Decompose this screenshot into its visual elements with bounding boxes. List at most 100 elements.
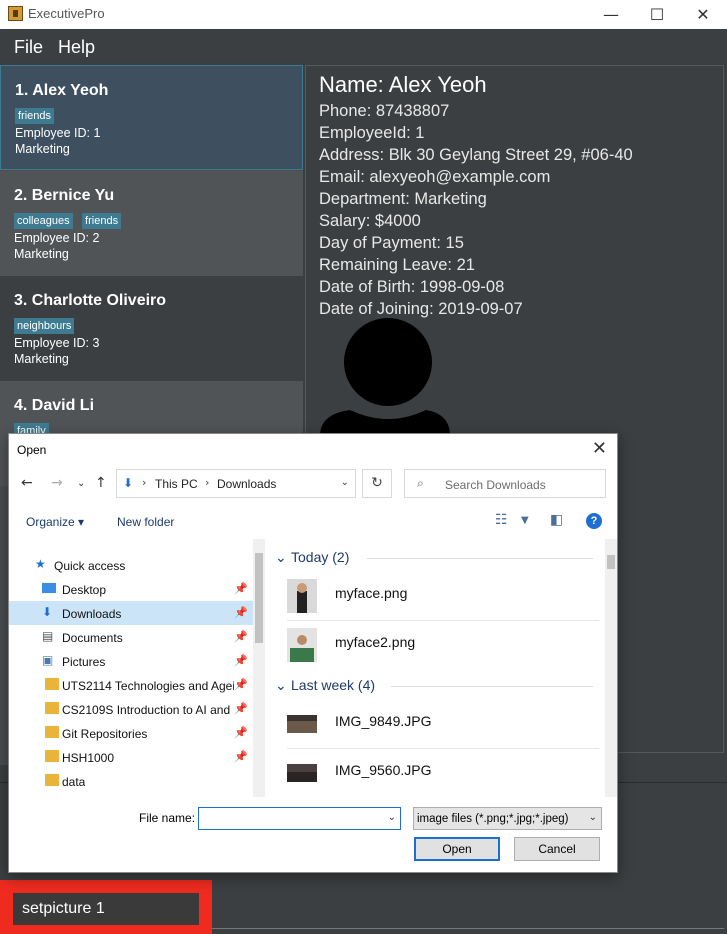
file-type-value: image files (*.png;*.jpg;*.jpeg) bbox=[417, 813, 569, 825]
file-type-select[interactable]: image files (*.png;*.jpg;*.jpeg) ⌄ bbox=[413, 807, 602, 830]
detail-employee-id: EmployeeId: 1 bbox=[319, 124, 425, 142]
detail-name: Name: Alex Yeoh bbox=[319, 72, 487, 97]
image-thumbnail-icon bbox=[287, 628, 317, 662]
nav-item-pictures[interactable]: ▣ Pictures 📌 bbox=[9, 649, 253, 673]
help-icon[interactable]: ? bbox=[586, 513, 602, 529]
nav-item-folder[interactable]: Git Repositories 📌 bbox=[9, 721, 253, 745]
desktop-icon bbox=[42, 583, 56, 593]
image-thumbnail-icon bbox=[287, 715, 317, 733]
pin-icon[interactable]: 📌 bbox=[234, 678, 248, 691]
nav-item-folder[interactable]: CS2109S Introduction to AI and N 📌 bbox=[9, 697, 253, 721]
file-item[interactable]: IMG_9849.JPG bbox=[287, 701, 597, 745]
folder-icon bbox=[45, 702, 59, 714]
pin-icon[interactable]: 📌 bbox=[234, 630, 248, 643]
command-input[interactable]: setpicture 1 bbox=[22, 900, 105, 918]
group-divider bbox=[391, 686, 593, 687]
file-divider bbox=[287, 748, 599, 749]
minimize-button[interactable]: — bbox=[588, 0, 634, 29]
preview-pane-icon[interactable]: ◧ bbox=[550, 512, 563, 528]
folder-icon bbox=[45, 678, 59, 690]
person-card[interactable]: 3. Charlotte Oliveiro neighbours Employe… bbox=[0, 276, 303, 381]
menu-help[interactable]: Help bbox=[58, 37, 95, 58]
image-thumbnail-icon bbox=[287, 764, 317, 782]
person-name: 4. David Li bbox=[14, 397, 95, 414]
open-button[interactable]: Open bbox=[414, 837, 500, 861]
address-separator-icon: › bbox=[205, 476, 210, 489]
person-department: Marketing bbox=[14, 352, 69, 366]
refresh-icon[interactable]: ↻ bbox=[362, 469, 392, 498]
person-employee-id: Employee ID: 3 bbox=[14, 336, 100, 350]
person-department: Marketing bbox=[14, 247, 69, 261]
nav-item-desktop[interactable]: Desktop 📌 bbox=[9, 577, 253, 601]
file-item[interactable]: myface2.png bbox=[287, 622, 597, 666]
folder-icon bbox=[45, 774, 59, 786]
menu-bar: File Help bbox=[0, 29, 727, 65]
pin-icon[interactable]: 📌 bbox=[234, 606, 248, 619]
download-folder-icon: ⬇ bbox=[123, 476, 134, 490]
person-card[interactable]: 1. Alex Yeoh friends Employee ID: 1 Mark… bbox=[0, 65, 303, 170]
up-arrow-icon[interactable]: ↑ bbox=[95, 475, 107, 491]
nav-item-folder[interactable]: UTS2114 Technologies and Ageir 📌 bbox=[9, 673, 253, 697]
person-name: 3. Charlotte Oliveiro bbox=[14, 292, 167, 309]
scrollbar-thumb[interactable] bbox=[607, 555, 615, 569]
nav-item-documents[interactable]: ▤ Documents 📌 bbox=[9, 625, 253, 649]
chevron-down-icon[interactable]: ⌄ bbox=[589, 812, 597, 823]
menu-file[interactable]: File bbox=[14, 37, 43, 58]
tag: colleagues bbox=[14, 213, 73, 229]
pin-icon[interactable]: 📌 bbox=[234, 702, 248, 715]
new-folder-button[interactable]: New folder bbox=[117, 515, 174, 529]
group-header-icon[interactable]: ⌄ bbox=[275, 677, 287, 694]
address-part[interactable]: This PC bbox=[155, 477, 198, 491]
file-name-input[interactable]: ⌄ bbox=[198, 807, 401, 830]
nav-item-folder[interactable]: HSH1000 📌 bbox=[9, 745, 253, 769]
tag: friends bbox=[82, 213, 122, 229]
person-card[interactable]: 2. Bernice Yu colleagues friends Employe… bbox=[0, 171, 303, 276]
search-box[interactable]: ⌕ Search Downloads bbox=[404, 469, 606, 498]
chevron-down-icon[interactable]: ⌄ bbox=[388, 812, 396, 823]
group-header-icon[interactable]: ⌄ bbox=[275, 549, 287, 566]
person-employee-id: Employee ID: 1 bbox=[15, 126, 101, 140]
detail-date-of-birth: Date of Birth: 1998-09-08 bbox=[319, 278, 505, 296]
file-name: myface2.png bbox=[335, 634, 416, 650]
pictures-icon: ▣ bbox=[42, 653, 54, 667]
file-item[interactable]: IMG_9560.JPG bbox=[287, 750, 597, 794]
detail-phone: Phone: 87438807 bbox=[319, 102, 450, 120]
address-part[interactable]: Downloads bbox=[217, 477, 276, 491]
maximize-button[interactable]: ☐ bbox=[634, 0, 680, 29]
pin-icon[interactable]: 📌 bbox=[234, 582, 248, 595]
nav-item-quick-access[interactable]: ★ Quick access bbox=[9, 553, 253, 577]
dialog-title: Open bbox=[17, 443, 47, 457]
tag: neighbours bbox=[14, 318, 75, 334]
file-name-label: File name: bbox=[139, 811, 196, 825]
pin-icon[interactable]: 📌 bbox=[234, 726, 248, 739]
file-item[interactable]: myface.png bbox=[287, 573, 597, 617]
avatar-placeholder-icon bbox=[320, 318, 450, 436]
recent-dropdown-icon[interactable]: ⌄ bbox=[77, 478, 85, 489]
scrollbar-thumb[interactable] bbox=[255, 553, 263, 643]
view-dropdown-icon[interactable]: ▼ bbox=[521, 515, 529, 526]
view-options-icon[interactable]: ☷ bbox=[495, 512, 508, 528]
person-department: Marketing bbox=[15, 142, 70, 156]
folder-icon bbox=[45, 750, 59, 762]
window-title: ExecutivePro bbox=[28, 6, 105, 21]
nav-scrollbar[interactable] bbox=[253, 539, 265, 797]
group-header-last-week[interactable]: Last week (4) bbox=[291, 677, 375, 693]
organize-button[interactable]: Organize ▾ bbox=[26, 515, 84, 529]
group-divider bbox=[367, 558, 593, 559]
address-bar[interactable]: ⬇ › This PC › Downloads ⌄ bbox=[116, 469, 356, 498]
pin-icon[interactable]: 📌 bbox=[234, 750, 248, 763]
cancel-button[interactable]: Cancel bbox=[514, 837, 600, 861]
file-scrollbar[interactable] bbox=[605, 539, 617, 797]
command-underline bbox=[212, 928, 724, 929]
group-header-today[interactable]: Today (2) bbox=[291, 549, 349, 565]
nav-item-folder[interactable]: data bbox=[9, 769, 253, 793]
open-file-dialog: Open ✕ ← → ⌄ ↑ ⬇ › This PC › Downloads ⌄… bbox=[8, 433, 618, 873]
address-dropdown-icon[interactable]: ⌄ bbox=[341, 477, 349, 488]
forward-arrow-icon[interactable]: → bbox=[51, 475, 63, 491]
nav-item-downloads[interactable]: ⬇ Downloads 📌 bbox=[9, 601, 253, 625]
close-window-button[interactable]: ✕ bbox=[680, 0, 726, 29]
dialog-close-icon[interactable]: ✕ bbox=[592, 438, 607, 459]
back-arrow-icon[interactable]: ← bbox=[21, 475, 33, 491]
documents-icon: ▤ bbox=[42, 629, 54, 643]
pin-icon[interactable]: 📌 bbox=[234, 654, 248, 667]
